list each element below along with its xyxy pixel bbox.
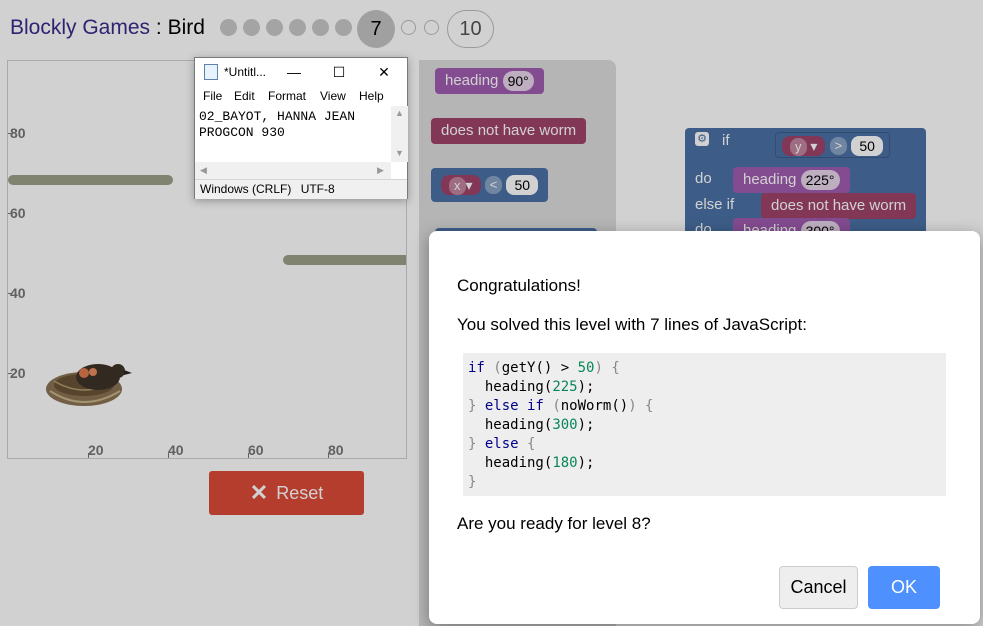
level-complete-dialog: Congratulations! You solved this level w… bbox=[429, 231, 980, 624]
close-icon[interactable]: ✕ bbox=[373, 62, 395, 82]
notepad-statusbar: Windows (CRLF) UTF-8 bbox=[195, 179, 407, 199]
scroll-left-icon[interactable]: ◀ bbox=[200, 165, 207, 176]
code-line-2: heading(225); bbox=[484, 379, 595, 395]
congrats-text: Congratulations! bbox=[457, 276, 581, 295]
notepad-titlebar[interactable]: *Untitl... — ☐ ✕ bbox=[195, 58, 407, 86]
notepad-line-1: 02_BAYOT, HANNA JEAN bbox=[199, 109, 356, 124]
notepad-text-area[interactable]: 02_BAYOT, HANNA JEAN PROGCON 930 bbox=[195, 106, 392, 162]
menu-view[interactable]: View bbox=[320, 89, 346, 103]
horizontal-scrollbar[interactable]: ◀ ▶ bbox=[195, 162, 391, 179]
line-ending-status: Windows (CRLF) bbox=[200, 182, 292, 196]
code-display: if (getY() > 50) { heading(225); } else … bbox=[463, 353, 946, 496]
scroll-up-icon[interactable]: ▲ bbox=[395, 108, 404, 118]
notepad-line-2: PROGCON 930 bbox=[199, 125, 285, 140]
code-line-3: } else if (noWorm()) { bbox=[468, 398, 654, 414]
scroll-right-icon[interactable]: ▶ bbox=[377, 165, 384, 176]
scroll-down-icon[interactable]: ▼ bbox=[395, 148, 404, 158]
menu-format[interactable]: Format bbox=[268, 89, 306, 103]
menu-edit[interactable]: Edit bbox=[234, 89, 255, 103]
menu-file[interactable]: File bbox=[203, 89, 222, 103]
next-level-question: Are you ready for level 8? bbox=[457, 514, 651, 533]
notepad-window[interactable]: *Untitl... — ☐ ✕ File Edit Format View H… bbox=[194, 57, 408, 199]
solved-text: You solved this level with 7 lines of Ja… bbox=[457, 315, 807, 334]
maximize-icon[interactable]: ☐ bbox=[328, 62, 350, 82]
notepad-title: *Untitl... bbox=[224, 65, 267, 79]
notepad-menubar: File Edit Format View Help bbox=[195, 86, 407, 106]
encoding-status: UTF-8 bbox=[300, 182, 335, 196]
menu-help[interactable]: Help bbox=[359, 89, 384, 103]
code-line-7: } bbox=[468, 474, 477, 490]
vertical-scrollbar[interactable]: ▲ ▼ bbox=[391, 106, 408, 162]
code-line-5: } else { bbox=[468, 436, 536, 452]
code-line-6: heading(180); bbox=[484, 455, 595, 471]
cancel-button[interactable]: Cancel bbox=[779, 566, 858, 609]
minimize-icon[interactable]: — bbox=[283, 62, 305, 82]
code-line-1: if (getY() > 50) { bbox=[468, 360, 620, 376]
code-line-4: heading(300); bbox=[484, 417, 595, 433]
ok-button[interactable]: OK bbox=[868, 566, 940, 609]
notepad-app-icon bbox=[204, 64, 218, 80]
